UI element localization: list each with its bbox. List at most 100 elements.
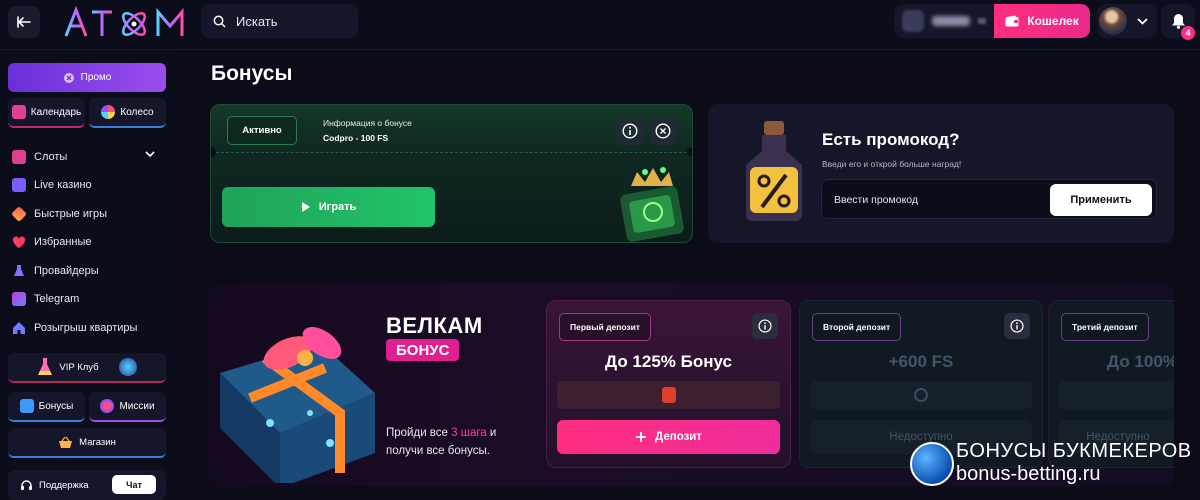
vip-club-button[interactable]: VIP Клуб xyxy=(8,353,166,383)
deposit-step-badge: Второй депозит xyxy=(812,313,902,341)
gift-box-icon xyxy=(220,327,375,483)
calendar-icon xyxy=(11,105,26,119)
headset-icon xyxy=(21,479,32,490)
deposit-button[interactable]: Депозит xyxy=(557,420,780,454)
avatar xyxy=(1099,7,1127,35)
sidebar-item-apartment-draw[interactable]: Розыгрыш квартиры xyxy=(12,318,157,338)
promo-button[interactable]: Промо xyxy=(8,63,166,92)
promo-label: Промо xyxy=(80,72,112,83)
soccer-ball-icon xyxy=(910,442,954,486)
deposit-amount: До 100% xyxy=(1107,352,1174,371)
missions-label: Миссии xyxy=(119,400,155,412)
watermark-line-2: bonus-betting.ru xyxy=(956,463,1101,485)
chevron-down-icon xyxy=(1137,17,1148,25)
deposit-reward-strip xyxy=(557,381,780,409)
reward-card-icon xyxy=(661,387,676,403)
notifications-button[interactable]: 4 xyxy=(1161,4,1195,40)
support-label: Поддержка xyxy=(39,479,89,491)
close-circle-icon xyxy=(655,123,671,139)
welcome-title: ВЕЛКАМ xyxy=(386,313,483,338)
deposit-step-badge: Первый депозит xyxy=(559,313,652,341)
bonus-info-title: Информация о бонусе xyxy=(323,118,412,128)
play-label: Играть xyxy=(318,201,357,213)
info-icon xyxy=(758,319,772,333)
balance-selector[interactable] xyxy=(894,4,994,38)
house-icon xyxy=(13,322,25,334)
first-deposit-card: Первый депозит До 125% Бонус Депозит xyxy=(546,300,791,468)
ticket-notch xyxy=(211,147,216,157)
play-icon xyxy=(301,202,310,212)
bonus-info-button[interactable] xyxy=(616,117,644,145)
wheel-button[interactable]: Колесо xyxy=(89,98,166,128)
wallet-label: Кошелек xyxy=(1027,14,1079,28)
deposit-reward-strip xyxy=(810,381,1032,409)
sidebar-item-providers[interactable]: Провайдеры xyxy=(12,261,157,281)
welcome-description: Пройди все 3 шага и получи все бонусы. xyxy=(386,424,526,460)
deposit-info-button[interactable] xyxy=(752,313,778,339)
bonuses-button[interactable]: Бонусы xyxy=(8,392,85,422)
sidebar-item-label: Избранные xyxy=(34,236,92,248)
sidebar-item-label: Быстрые игры xyxy=(34,208,108,220)
gift-icon xyxy=(19,399,34,413)
welcome-badge: БОНУС xyxy=(386,339,460,361)
watermark-line-1: БОНУСЫ БУКМЕКЕРОВ xyxy=(956,440,1192,462)
basket-icon xyxy=(59,436,73,448)
support-bar[interactable]: Поддержка Чат xyxy=(8,470,166,500)
info-icon xyxy=(1010,319,1024,333)
sidebar-item-fast-games[interactable]: Быстрые игры xyxy=(11,204,157,224)
cancel-bonus-button[interactable] xyxy=(649,117,677,145)
deposit-info-button[interactable] xyxy=(1004,313,1030,339)
chevron-down-icon xyxy=(145,151,155,158)
sidebar-item-label: Розыгрыш квартиры xyxy=(34,322,138,334)
chevron-down-icon xyxy=(978,18,986,24)
promo-code-card: Есть промокод? Введи его и открой больше… xyxy=(708,104,1174,243)
potion-bottle-icon xyxy=(746,121,802,221)
wallet-button[interactable]: Кошелек xyxy=(994,4,1090,38)
sidebar-item-favorites[interactable]: Избранные xyxy=(12,232,157,252)
heart-icon xyxy=(12,236,26,248)
slots-icon xyxy=(12,150,26,164)
sidebar-item-label: Слоты xyxy=(34,151,68,163)
sidebar-item-telegram[interactable]: Telegram xyxy=(12,289,157,309)
rocket-icon xyxy=(11,206,27,222)
ticket-notch xyxy=(687,147,692,157)
live-casino-icon xyxy=(12,178,26,192)
deposit-amount: До 125% Бонус xyxy=(605,352,732,371)
atom-logo[interactable] xyxy=(62,5,192,40)
vip-orb-icon xyxy=(118,358,137,376)
telegram-icon xyxy=(12,292,26,306)
search-placeholder: Искать xyxy=(236,13,278,29)
chat-button[interactable]: Чат xyxy=(112,475,156,494)
profile-menu[interactable] xyxy=(1097,4,1157,38)
shop-button[interactable]: Магазин xyxy=(8,428,166,458)
search-box[interactable]: Искать xyxy=(201,4,358,38)
sidebar-item-label: Live казино xyxy=(34,179,92,191)
promo-title: Есть промокод? xyxy=(822,130,960,149)
bonuses-missions-row: Бонусы Миссии xyxy=(8,392,166,422)
play-button[interactable]: Играть xyxy=(222,187,435,227)
apply-button[interactable]: Применить xyxy=(1050,184,1152,216)
deposit-amount: +600 FS xyxy=(888,352,954,371)
watermark: БОНУСЫ БУКМЕКЕРОВ bonus-betting.ru xyxy=(910,438,1200,500)
calendar-button[interactable]: Календарь xyxy=(8,98,85,128)
collapse-sidebar-button[interactable] xyxy=(8,6,40,38)
welcome-desc-prefix: Пройди все xyxy=(386,427,452,439)
deposit-button-label: Депозит xyxy=(655,431,702,443)
calendar-wheel-row: Календарь Колесо xyxy=(8,98,166,128)
promo-subtitle: Введи его и открой больше наград! xyxy=(822,159,962,169)
sidebar-item-label: Telegram xyxy=(34,293,80,305)
promo-input-wrapper: Применить xyxy=(821,179,1157,219)
info-icon xyxy=(622,123,638,139)
sidebar-item-slots[interactable]: Слоты xyxy=(12,147,157,167)
shop-label: Магазин xyxy=(79,436,116,448)
target-icon xyxy=(100,399,115,413)
missions-button[interactable]: Миссии xyxy=(89,392,166,422)
promo-code-input[interactable] xyxy=(834,190,1034,210)
sidebar: Промо Календарь Колесо Слоты Live казино… xyxy=(0,50,175,500)
sidebar-item-live-casino[interactable]: Live казино xyxy=(12,175,157,195)
sidebar-item-label: Провайдеры xyxy=(34,265,99,277)
welcome-desc-highlight: 3 шага xyxy=(451,427,487,439)
active-bonus-card: Активно Информация о бонусе Codpro - 100… xyxy=(210,104,693,243)
currency-icon xyxy=(902,10,924,32)
promo-icon xyxy=(63,72,74,83)
